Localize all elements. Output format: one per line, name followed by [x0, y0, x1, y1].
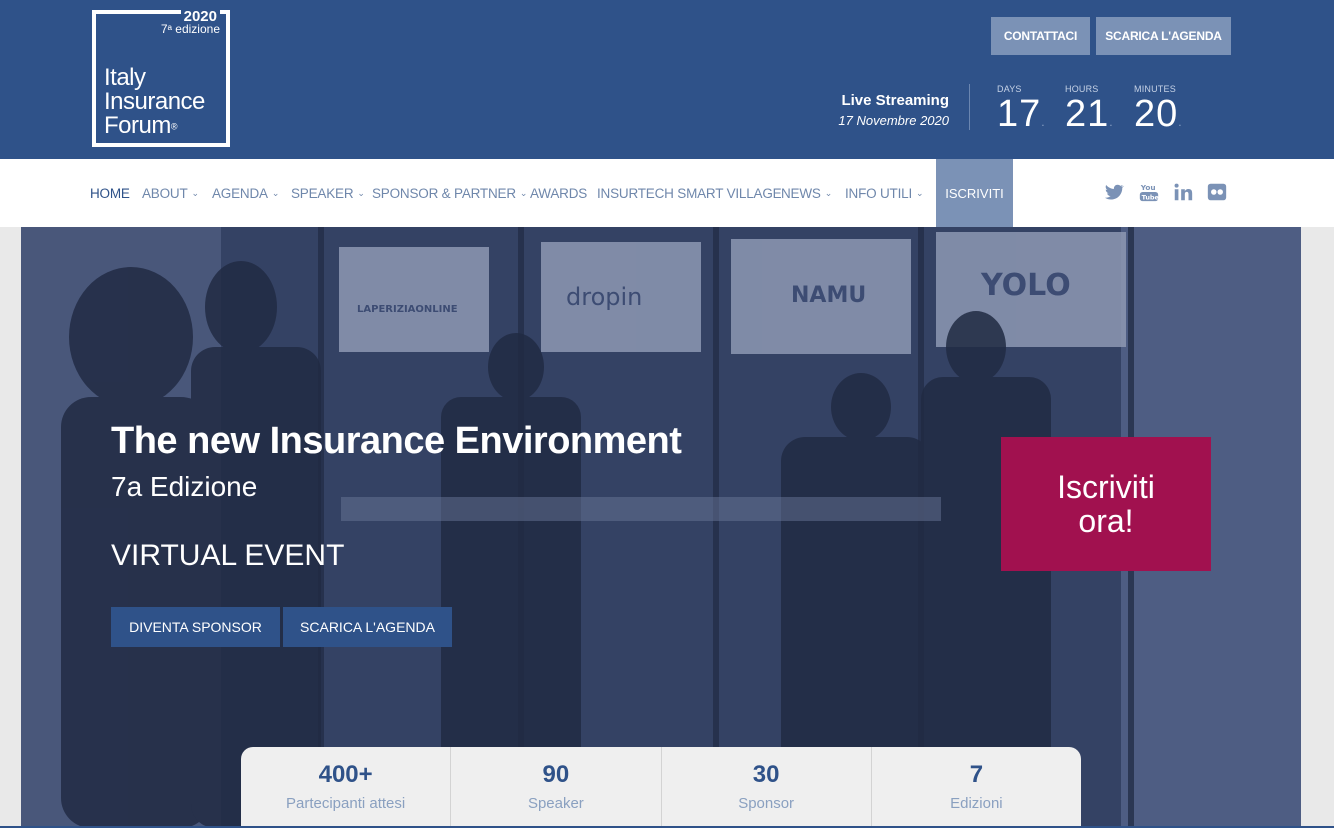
live-streaming-info: Live Streaming 17 Novembre 2020 [838, 92, 949, 128]
stats-bar: 400+ Partecipanti attesi 90 Speaker 30 S… [241, 747, 1081, 828]
stat-value: 90 [542, 761, 570, 788]
stat-value: 30 [752, 761, 780, 788]
site-header: 2020 7ᵃ edizione Italy Insurance Forum® … [0, 0, 1334, 159]
countdown-hours: HOURS 21. [1065, 84, 1114, 142]
stat-speakers: 90 Speaker [451, 747, 662, 828]
nav-item-speaker[interactable]: SPEAKER ⌄ [291, 159, 365, 227]
logo-edition: 7ᵃ edizione [160, 22, 220, 36]
countdown-minutes: MINUTES 20. [1134, 84, 1183, 142]
logo-line-1: Italy [104, 64, 146, 91]
stat-value: 7 [969, 761, 984, 788]
hero-event-type: VIRTUAL EVENT [111, 539, 345, 572]
chevron-down-icon: ⌄ [916, 187, 924, 198]
stat-label: Edizioni [950, 795, 1003, 812]
chevron-down-icon: ⌄ [271, 187, 280, 198]
nav-item-agenda[interactable]: AGENDA ⌄ [212, 159, 279, 227]
header-divider [969, 84, 970, 130]
logo-wordmark: Italy Insurance Forum® [104, 66, 205, 139]
nav-item-info-utili[interactable]: INFO UTILI ⌄ [845, 159, 924, 227]
nav-item-label: AWARDS [530, 185, 588, 201]
hours-number: 21 [1065, 93, 1110, 135]
days-number: 17 [997, 93, 1042, 135]
countdown-days: DAYS 17. [997, 84, 1046, 142]
stat-participants: 400+ Partecipanti attesi [241, 747, 452, 828]
countdown-days-value: 17. [997, 94, 1046, 142]
hero-title: The new Insurance Environment [111, 420, 682, 462]
nav-item-label: HOME [90, 185, 130, 201]
chevron-down-icon: ⌄ [191, 187, 200, 198]
logo-line-3: Forum® [104, 114, 205, 139]
svg-text:You: You [1140, 183, 1156, 192]
register-now-button[interactable]: Iscriviti ora! [1001, 437, 1211, 571]
minutes-number: 20 [1134, 93, 1179, 135]
flickr-icon[interactable] [1206, 181, 1228, 203]
main-nav: HOME ABOUT ⌄ AGENDA ⌄ SPEAKER ⌄ SPONSOR & P… [0, 159, 1334, 227]
nav-item-label: SPEAKER [291, 185, 354, 201]
twitter-icon[interactable] [1103, 181, 1125, 203]
register-now-label: Iscriviti ora! [1057, 470, 1155, 538]
hero-subtitle: 7a Edizione [111, 471, 258, 502]
nav-item-awards[interactable]: AWARDS [530, 159, 587, 227]
chevron-down-icon: ⌄ [824, 187, 833, 198]
stat-sponsors: 30 Sponsor [662, 747, 872, 828]
stat-value: 400+ [318, 761, 373, 788]
nav-item-about[interactable]: ABOUT ⌄ [142, 159, 199, 227]
linkedin-icon[interactable] [1172, 181, 1194, 203]
chevron-down-icon: ⌄ [357, 187, 365, 198]
nav-item-label: INFO UTILI [845, 185, 913, 201]
download-agenda-button[interactable]: SCARICA L'AGENDA [283, 607, 452, 647]
register-now-line2: ora! [1078, 503, 1134, 539]
nav-item-news[interactable]: NEWS ⌄ [781, 159, 832, 227]
countdown-hours-value: 21. [1065, 94, 1114, 142]
countdown-dot: . [1109, 115, 1114, 129]
logo-line-2: Insurance [104, 88, 205, 115]
countdown-minutes-value: 20. [1134, 94, 1183, 142]
live-streaming-date: 17 Novembre 2020 [838, 113, 949, 128]
nav-item-label: AGENDA [212, 185, 268, 201]
nav-item-label: NEWS [781, 185, 821, 201]
stat-label: Speaker [527, 795, 584, 812]
contact-button[interactable]: CONTATTACI [991, 17, 1090, 55]
countdown-dot: . [1041, 115, 1046, 129]
stat-editions: 7 Edizioni [872, 747, 1081, 828]
nav-item-sponsor-partner[interactable]: SPONSOR & PARTNER ⌄ [372, 159, 527, 227]
stat-label: Sponsor [738, 795, 795, 812]
nav-item-home[interactable]: HOME [90, 159, 130, 227]
site-logo[interactable]: 2020 7ᵃ edizione Italy Insurance Forum® [92, 8, 230, 147]
nav-item-label: ABOUT [142, 185, 188, 201]
nav-register-button[interactable]: ISCRIVITI [936, 159, 1013, 227]
nav-item-label: SPONSOR & PARTNER [372, 185, 516, 201]
registered-mark: ® [170, 121, 178, 132]
become-sponsor-button[interactable]: DIVENTA SPONSOR [111, 607, 280, 647]
youtube-icon[interactable]: You Tube [1138, 181, 1160, 203]
register-now-line1: Iscriviti [1057, 469, 1155, 505]
hero-banner: LAPERIZIAONLINE dropin NAMU YOLO The new… [21, 227, 1301, 828]
download-agenda-top-button[interactable]: SCARICA L'AGENDA [1096, 17, 1231, 55]
nav-item-label: INSURTECH SMART VILLAGE [597, 185, 782, 201]
svg-text:Tube: Tube [1142, 193, 1160, 201]
logo-line-3-text: Forum [104, 112, 171, 139]
countdown-dot: . [1178, 115, 1183, 129]
stat-label: Partecipanti attesi [286, 795, 406, 812]
chevron-down-icon: ⌄ [519, 187, 528, 198]
nav-item-insurtech-smart-village[interactable]: INSURTECH SMART VILLAGE [597, 159, 782, 227]
live-streaming-title: Live Streaming [841, 92, 949, 109]
